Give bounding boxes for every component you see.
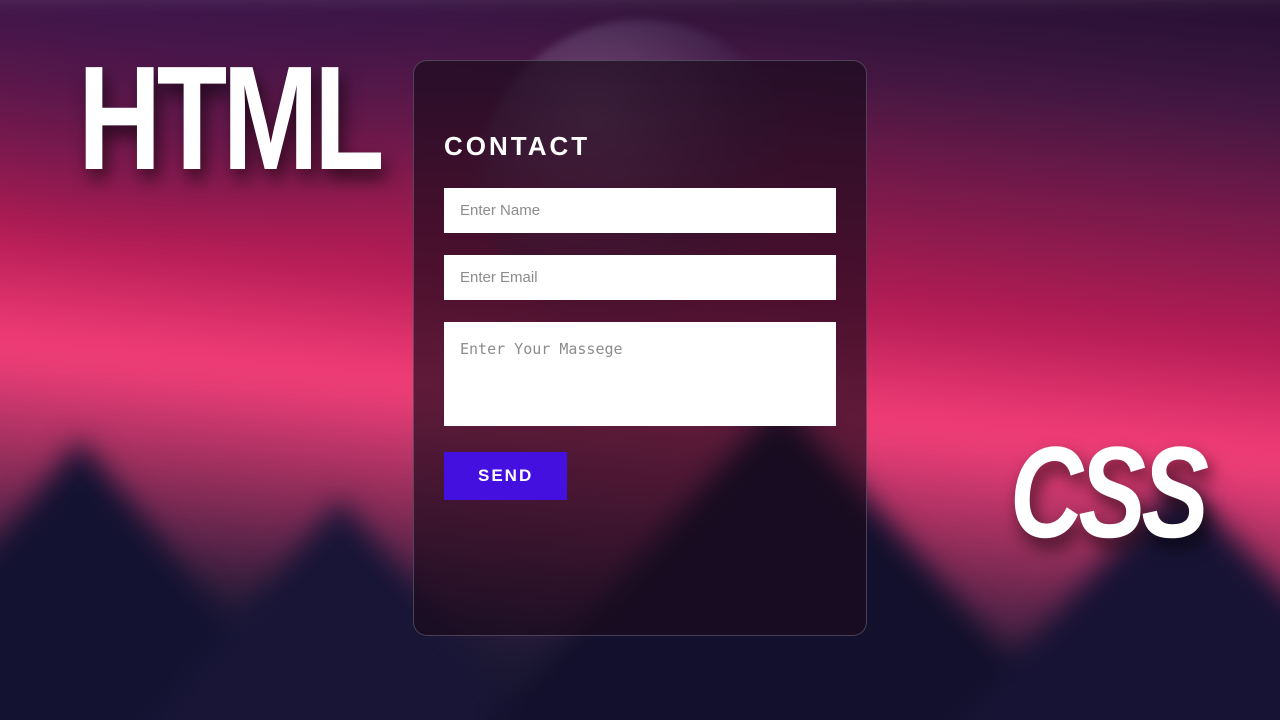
send-button[interactable]: SEND <box>444 452 567 500</box>
email-input[interactable] <box>444 255 836 300</box>
overlay-text-html: HTML <box>78 60 380 178</box>
message-input[interactable] <box>444 322 836 426</box>
name-input[interactable] <box>444 188 836 233</box>
card-title: CONTACT <box>444 131 836 162</box>
contact-card: CONTACT SEND <box>413 60 867 636</box>
overlay-text-css: CSS <box>1010 440 1204 544</box>
stage: HTML CONTACT SEND CSS <box>0 0 1280 720</box>
